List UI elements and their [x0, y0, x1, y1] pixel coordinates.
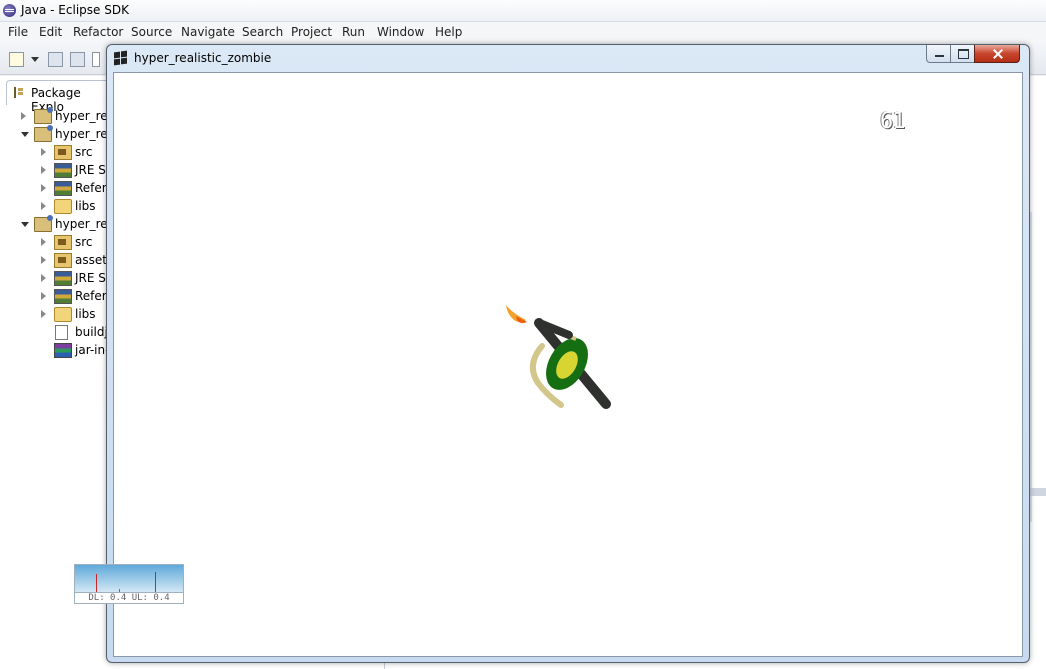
package-explorer-tab[interactable]: Package Explo [6, 80, 118, 114]
menu-file[interactable]: File [8, 25, 28, 39]
eclipse-window-title: Java - Eclipse SDK [21, 3, 129, 17]
expand-arrow-open-icon[interactable] [21, 222, 29, 227]
expand-arrow-closed-icon[interactable] [41, 256, 46, 264]
eclipse-logo-icon [3, 4, 16, 17]
library-icon [54, 289, 72, 304]
file-icon [55, 325, 68, 340]
zombie-sprite-layer [506, 305, 611, 409]
game-window: hyper_realistic_zombie 61 [106, 44, 1030, 663]
network-spike [96, 574, 97, 592]
menu-bar: File Edit Refactor Source Navigate Searc… [0, 22, 1046, 42]
tree-item-label: buildj [75, 325, 108, 339]
jar-icon [54, 343, 72, 358]
expand-arrow-closed-icon[interactable] [41, 238, 46, 246]
project-icon [34, 107, 53, 124]
source-folder-icon [54, 145, 72, 160]
network-spike [119, 589, 120, 592]
game-canvas[interactable]: 61 [113, 72, 1023, 657]
library-icon [54, 271, 72, 286]
project-icon [34, 215, 53, 232]
expand-arrow-closed-icon[interactable] [41, 274, 46, 282]
library-icon [54, 181, 72, 196]
menu-refactor[interactable]: Refactor [73, 25, 123, 39]
eclipse-title-bar: Java - Eclipse SDK [0, 0, 1046, 22]
save-icon[interactable] [48, 52, 63, 67]
project-icon [34, 125, 53, 142]
close-button[interactable] [974, 45, 1020, 63]
window-app-icon [114, 50, 128, 66]
expand-arrow-closed-icon[interactable] [41, 184, 46, 192]
bottom-panel-edge [1028, 488, 1046, 496]
source-folder-icon [54, 235, 72, 250]
expand-arrow-closed-icon[interactable] [21, 112, 26, 120]
tree-item-label: src [75, 145, 93, 159]
torch-flame-core [516, 316, 527, 324]
maximize-button[interactable] [950, 45, 976, 63]
expand-arrow-closed-icon[interactable] [41, 310, 46, 318]
minimize-button[interactable] [926, 45, 952, 63]
package-explorer-icon [14, 87, 24, 98]
folder-icon [54, 199, 72, 214]
expand-arrow-closed-icon[interactable] [41, 148, 46, 156]
menu-navigate[interactable]: Navigate [181, 25, 235, 39]
expand-arrow-closed-icon[interactable] [41, 202, 46, 210]
expand-arrow-closed-icon[interactable] [41, 292, 46, 300]
tree-item-label: jar-in- [75, 343, 110, 357]
save-all-icon[interactable] [70, 52, 85, 67]
expand-arrow-open-icon[interactable] [21, 132, 29, 137]
menu-run[interactable]: Run [342, 25, 365, 39]
tree-item-label: src [75, 235, 93, 249]
menu-help[interactable]: Help [435, 25, 462, 39]
new-icon[interactable] [9, 52, 24, 67]
menu-edit[interactable]: Edit [39, 25, 62, 39]
network-spike [155, 572, 156, 592]
network-graph: DL: 0.4 UL: 0.4 [74, 564, 184, 604]
zombie-sprite [506, 305, 611, 409]
network-graph-label: DL: 0.4 UL: 0.4 [74, 593, 184, 604]
menu-window[interactable]: Window [377, 25, 424, 39]
menu-search[interactable]: Search [242, 25, 283, 39]
menu-project[interactable]: Project [291, 25, 332, 39]
folder-icon [54, 307, 72, 322]
game-window-title: hyper_realistic_zombie [134, 51, 272, 65]
source-folder-icon [54, 253, 72, 268]
tree-item-label: libs [75, 307, 96, 321]
tree-item-label: libs [75, 199, 96, 213]
menu-source[interactable]: Source [131, 25, 172, 39]
expand-arrow-closed-icon[interactable] [41, 166, 46, 174]
torch-flame [506, 305, 526, 323]
network-graph-plot [74, 564, 184, 593]
library-icon [54, 163, 72, 178]
print-icon[interactable] [92, 52, 100, 67]
new-dropdown-chevron-icon[interactable] [31, 57, 39, 62]
